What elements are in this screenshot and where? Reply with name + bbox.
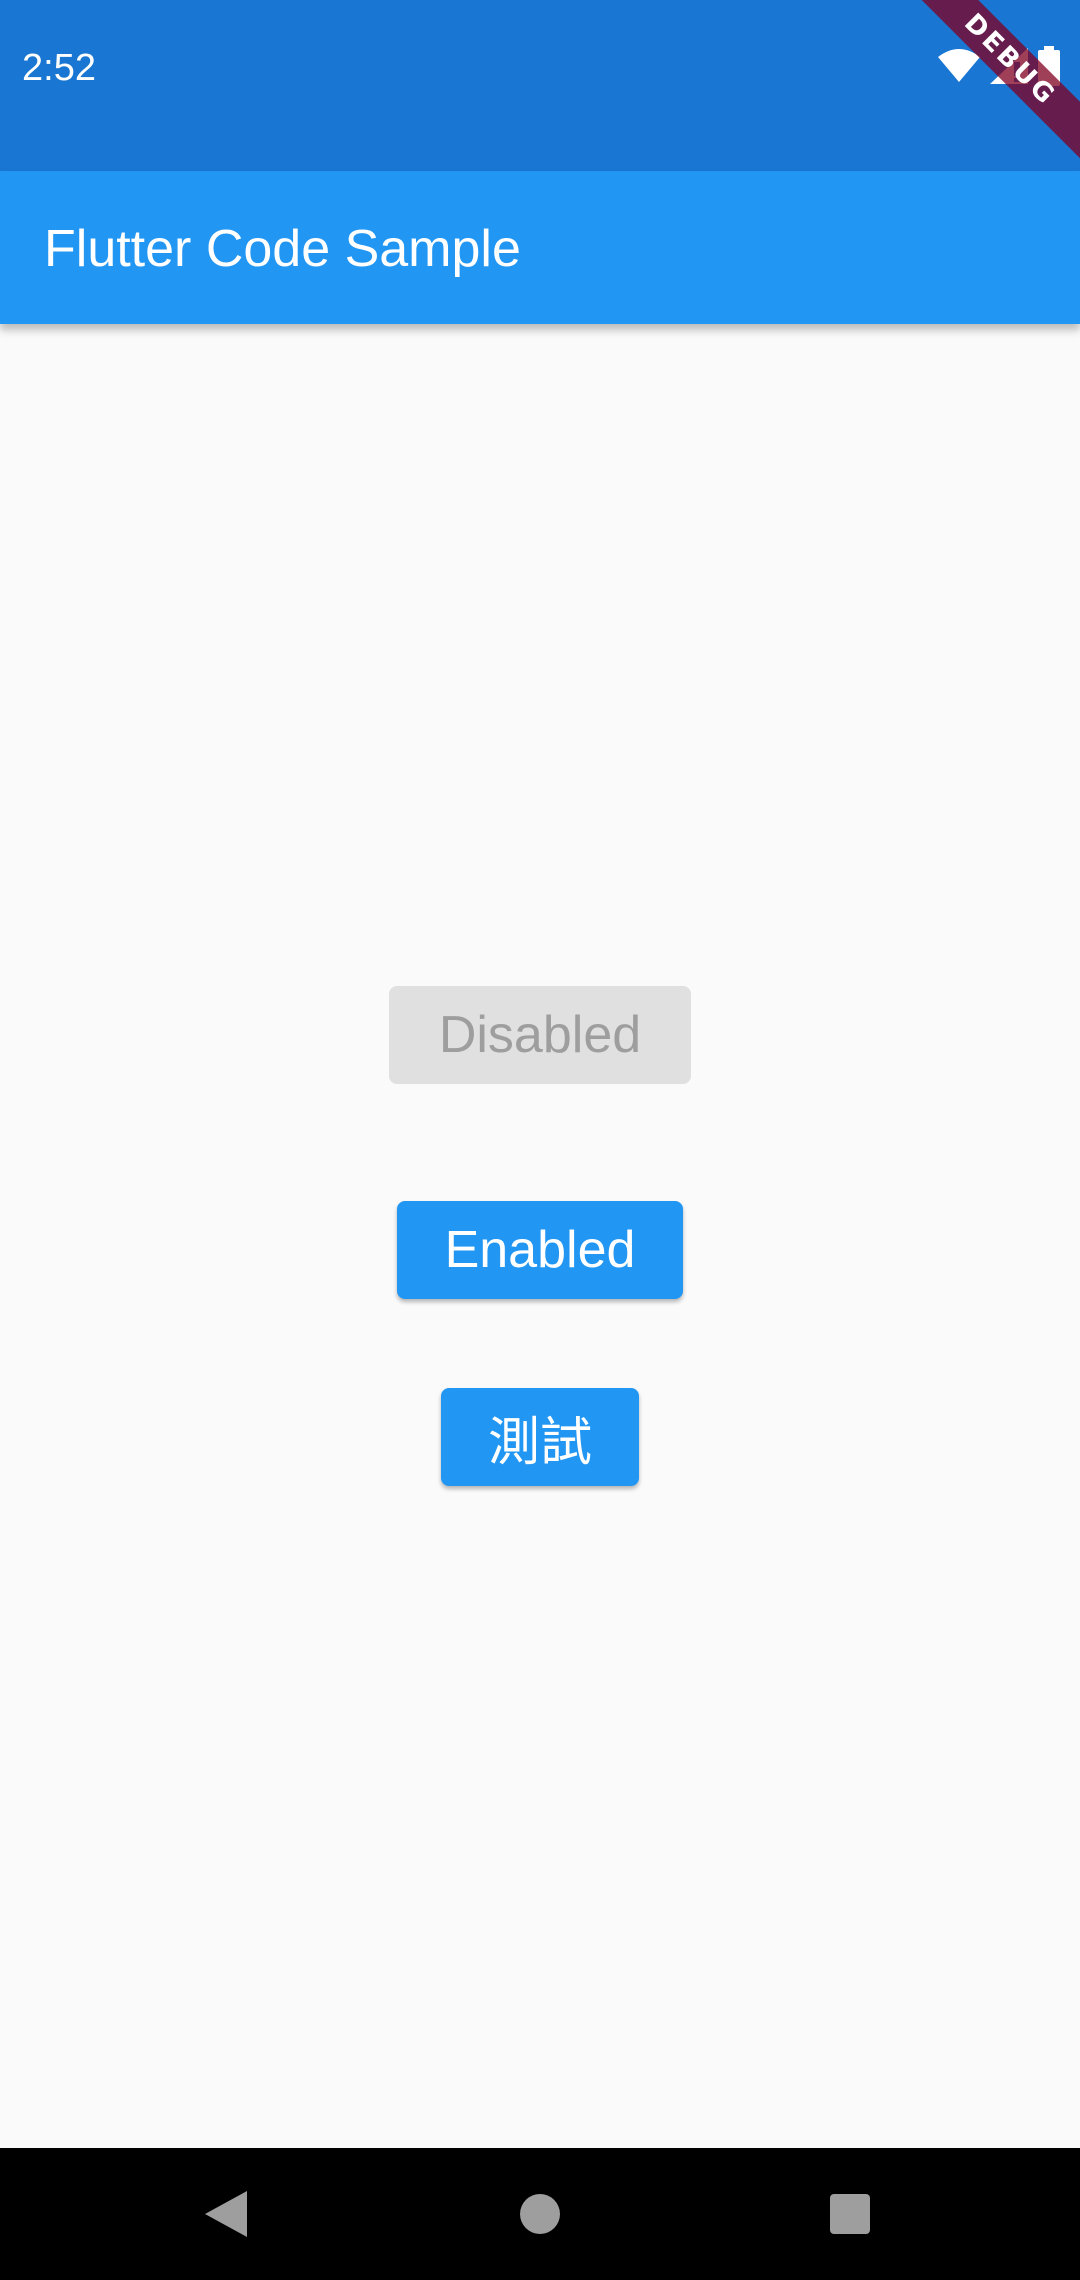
disabled-button: Disabled (389, 986, 691, 1084)
navigation-bar (0, 2148, 1080, 2280)
app-title: Flutter Code Sample (44, 220, 521, 278)
test-button[interactable]: 測試 (441, 1388, 639, 1486)
content-area: Disabled Enabled 測試 (0, 324, 1080, 2148)
enabled-button[interactable]: Enabled (397, 1201, 683, 1299)
recents-icon[interactable] (820, 2184, 880, 2244)
status-time: 2:52 (22, 47, 96, 89)
status-bar: 2:52 (0, 0, 1080, 171)
back-icon[interactable] (196, 2184, 256, 2244)
app-bar: Flutter Code Sample (0, 171, 1080, 324)
wifi-icon (938, 49, 980, 83)
screen: 2:52 DEBUG Flutter Code Sample Disabled … (0, 0, 1080, 2280)
home-icon[interactable] (510, 2184, 570, 2244)
